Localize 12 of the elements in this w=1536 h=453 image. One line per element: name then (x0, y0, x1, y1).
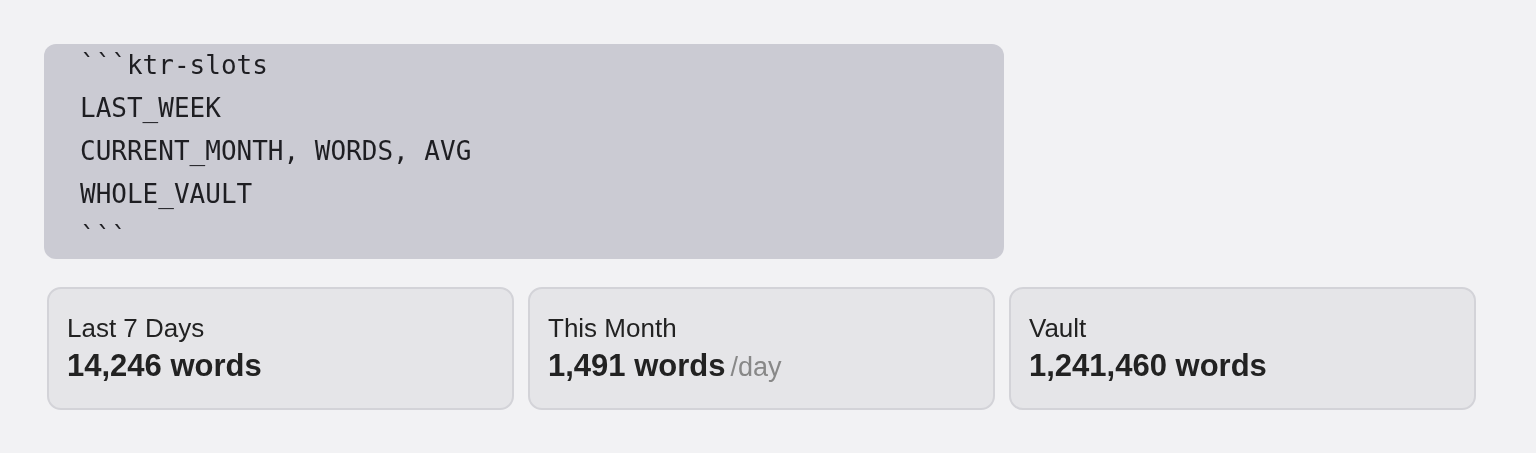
stat-label: Vault (1029, 312, 1087, 345)
code-line: ```ktr-slots (80, 49, 268, 82)
stat-unit: /day (730, 351, 782, 384)
stat-value: 1,491 words (548, 347, 726, 385)
stat-value: 1,241,460 words (1029, 347, 1267, 385)
stat-label: This Month (548, 312, 677, 345)
code-line: CURRENT_MONTH, WORDS, AVG (80, 135, 472, 168)
stat-value: 14,246 words (67, 347, 262, 385)
code-line: ``` (80, 221, 127, 254)
code-line: LAST_WEEK (80, 92, 221, 125)
code-line: WHOLE_VAULT (80, 178, 253, 211)
stat-label: Last 7 Days (67, 312, 205, 345)
